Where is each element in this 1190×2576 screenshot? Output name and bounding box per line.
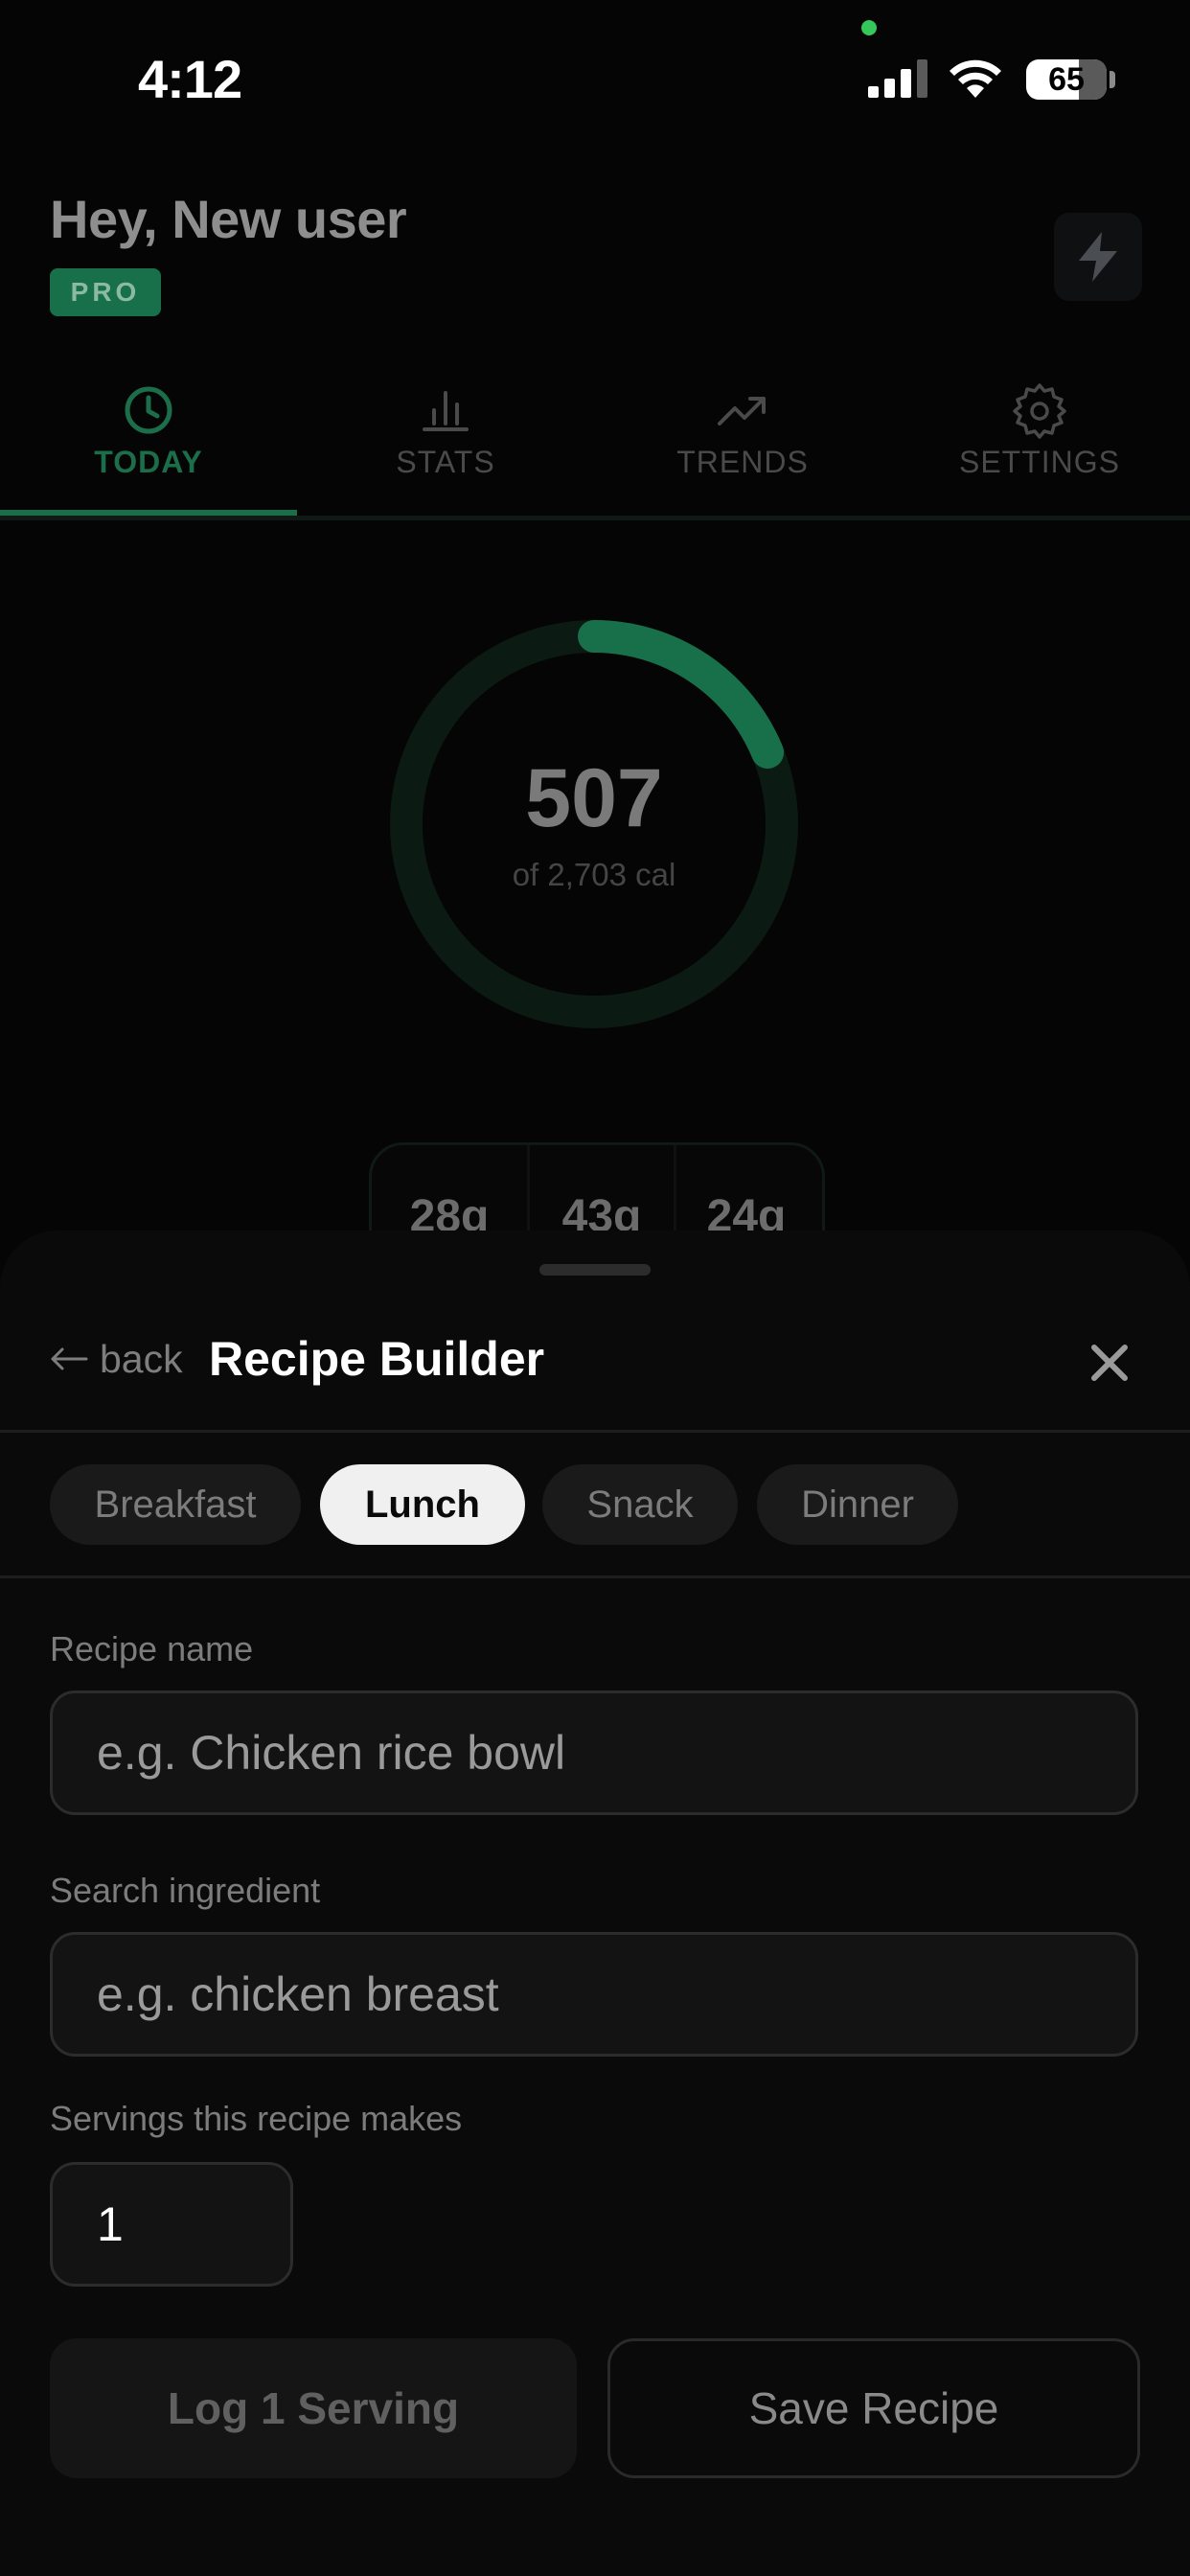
ingredient-search-input[interactable] [50, 1932, 1138, 2057]
ingredient-search-label: Search ingredient [50, 1871, 321, 1910]
tab-settings[interactable]: SETTINGS [891, 364, 1188, 518]
pro-badge: PRO [50, 268, 161, 316]
recipe-builder-sheet: back Recipe Builder Breakfast Lunch Snac… [0, 1230, 1190, 2576]
meal-chip-breakfast[interactable]: Breakfast [50, 1464, 301, 1545]
recipe-name-input[interactable] [50, 1690, 1138, 1815]
tab-stats[interactable]: STATS [297, 364, 594, 518]
bar-chart-icon [423, 391, 469, 431]
battery-icon: 65 [1026, 59, 1107, 100]
tab-label: TODAY [94, 445, 203, 479]
calories-consumed: 507 [525, 752, 663, 844]
sheet-drag-handle[interactable] [539, 1264, 651, 1276]
tab-label: TRENDS [676, 445, 809, 479]
cellular-signal-icon [868, 59, 927, 98]
recipe-name-label: Recipe name [50, 1629, 254, 1668]
back-label: back [100, 1336, 183, 1381]
sheet-title: Recipe Builder [209, 1332, 545, 1386]
servings-input[interactable] [50, 2162, 293, 2287]
clock-icon [125, 386, 172, 434]
status-time: 4:12 [138, 49, 242, 109]
gear-icon [1013, 383, 1066, 439]
meal-chip-snack[interactable]: Snack [542, 1464, 738, 1545]
close-icon[interactable] [1085, 1338, 1134, 1388]
chips-divider [0, 1576, 1190, 1578]
tab-today[interactable]: TODAY [0, 364, 297, 518]
quick-action-button[interactable] [1054, 213, 1142, 301]
tab-trends[interactable]: TRENDS [594, 364, 891, 518]
tab-label: SETTINGS [958, 445, 1120, 479]
back-button[interactable]: back [50, 1330, 183, 1388]
camera-indicator [861, 20, 877, 35]
battery-tip [1110, 71, 1115, 88]
calorie-progress-arc [578, 620, 785, 770]
status-bar: 4:12 65 [0, 0, 1190, 153]
trend-up-icon [718, 397, 766, 426]
battery-level: 65 [1048, 61, 1085, 98]
arrow-left-icon [51, 1347, 88, 1370]
log-serving-button[interactable]: Log 1 Serving [50, 2338, 577, 2478]
servings-label: Servings this recipe makes [50, 2099, 463, 2138]
nav-divider [0, 516, 1190, 520]
meal-chip-lunch[interactable]: Lunch [320, 1464, 525, 1545]
header-divider [0, 1430, 1190, 1433]
active-tab-indicator [0, 510, 297, 516]
main-nav-tabs: TODAY STATS TRENDS SETTINGS [0, 364, 1190, 518]
calorie-goal: of 2,703 cal [512, 857, 676, 892]
tab-label: STATS [396, 445, 495, 479]
wifi-icon [950, 59, 1001, 98]
bolt-icon [1079, 232, 1117, 282]
greeting-title: Hey, New user [50, 189, 407, 249]
save-recipe-button[interactable]: Save Recipe [607, 2338, 1140, 2478]
meal-chip-dinner[interactable]: Dinner [757, 1464, 958, 1545]
